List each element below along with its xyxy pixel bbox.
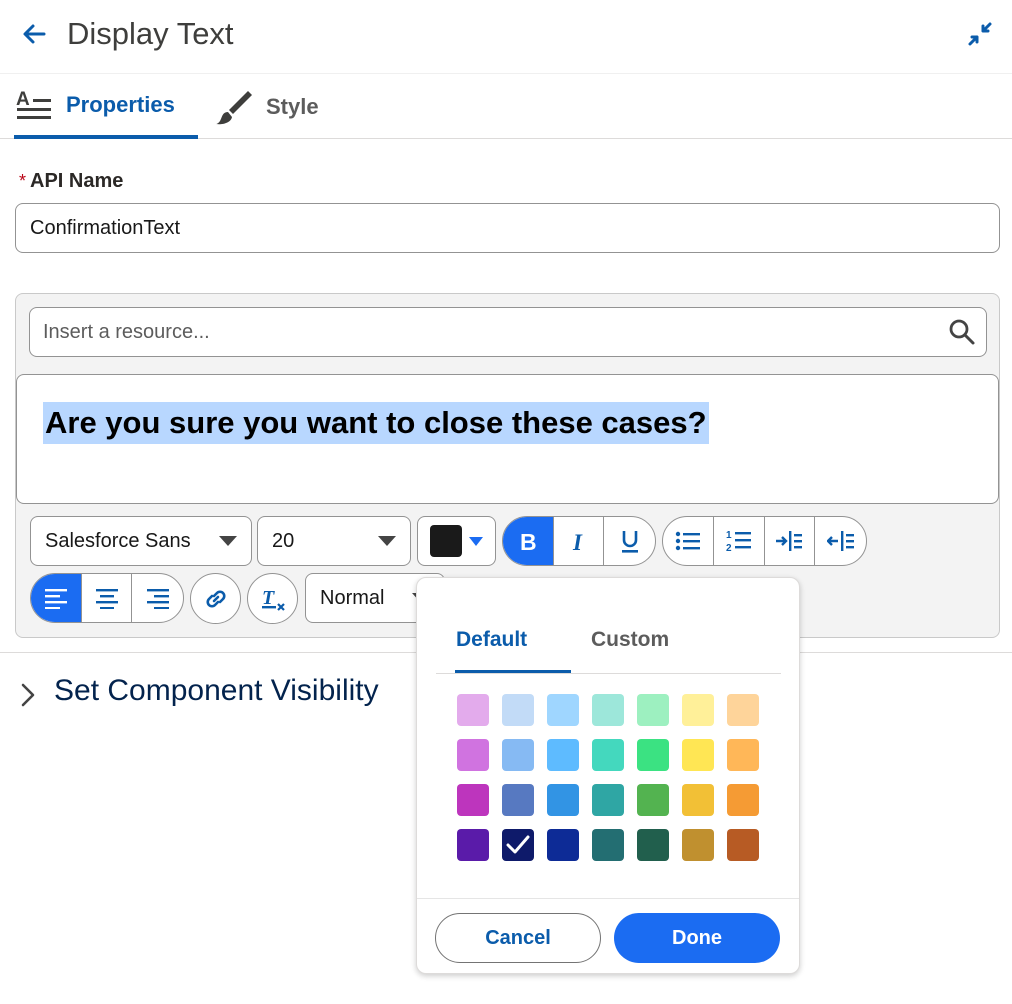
color-swatch[interactable] [682, 739, 714, 771]
cancel-button[interactable]: Cancel [435, 913, 601, 963]
editor-text: Are you sure you want to close these cas… [43, 402, 709, 445]
link-icon [205, 589, 226, 608]
color-swatch[interactable] [727, 784, 759, 816]
svg-text:A: A [16, 89, 30, 110]
collapse-icon[interactable] [966, 20, 994, 48]
italic-button[interactable]: I [554, 517, 605, 565]
tab-default[interactable]: Default [456, 628, 527, 652]
alignment-group [30, 573, 184, 623]
underline-button[interactable] [604, 517, 655, 565]
chevron-down-icon [469, 536, 483, 546]
color-swatch[interactable] [682, 829, 714, 861]
font-size-select[interactable]: 20 [257, 516, 411, 566]
font-family-select[interactable]: Salesforce Sans [30, 516, 252, 566]
color-swatch[interactable] [547, 739, 579, 771]
clear-formatting-button[interactable]: T [247, 573, 298, 624]
color-swatch[interactable] [547, 829, 579, 861]
color-swatch[interactable] [502, 784, 534, 816]
color-swatch[interactable] [637, 739, 669, 771]
chevron-right-icon[interactable] [18, 680, 38, 710]
search-icon[interactable] [948, 318, 976, 346]
tab-properties-label: Properties [66, 91, 175, 117]
color-swatch[interactable] [592, 694, 624, 726]
text-color-button[interactable] [417, 516, 496, 566]
color-swatch[interactable] [502, 829, 534, 861]
color-swatch[interactable] [547, 694, 579, 726]
checkmark-icon [506, 835, 530, 854]
bullet-list-button[interactable] [663, 517, 714, 565]
paintbrush-icon [214, 87, 254, 127]
align-right-button[interactable] [132, 574, 183, 622]
resource-search-input[interactable] [29, 307, 987, 357]
svg-text:1: 1 [726, 530, 732, 541]
svg-text:2: 2 [726, 543, 732, 554]
api-name-label-text: API Name [30, 170, 124, 192]
color-swatch[interactable] [637, 694, 669, 726]
color-swatch[interactable] [727, 829, 759, 861]
align-left-button[interactable] [31, 574, 82, 622]
outdent-button[interactable] [815, 517, 866, 565]
numbered-list-button[interactable]: 12 [714, 517, 765, 565]
svg-text:B: B [520, 529, 537, 553]
text-color-swatch [430, 525, 462, 557]
font-family-value: Salesforce Sans [45, 529, 191, 552]
color-picker-tabs: Default Custom [436, 614, 781, 674]
indent-button[interactable] [765, 517, 816, 565]
font-size-value: 20 [272, 529, 295, 552]
paragraph-format-value: Normal [320, 586, 385, 609]
color-swatch[interactable] [547, 784, 579, 816]
api-name-label: * API Name [19, 170, 123, 193]
done-button[interactable]: Done [614, 913, 780, 963]
color-swatch[interactable] [457, 784, 489, 816]
color-swatch[interactable] [682, 694, 714, 726]
color-swatch[interactable] [727, 694, 759, 726]
popover-footer-divider [417, 898, 799, 899]
tab-style-label: Style [266, 93, 319, 119]
color-swatch[interactable] [637, 784, 669, 816]
text-properties-icon: A [14, 85, 54, 125]
link-button[interactable] [190, 573, 241, 624]
tab-style[interactable]: Style [214, 74, 344, 139]
color-picker-popover: Default Custom Cancel Done [416, 577, 800, 974]
api-name-input[interactable] [15, 203, 1000, 253]
bold-button[interactable]: B [503, 517, 554, 565]
color-swatch[interactable] [502, 694, 534, 726]
back-arrow-icon[interactable] [20, 20, 48, 48]
required-indicator: * [19, 171, 27, 191]
tab-properties[interactable]: A Properties [14, 74, 198, 139]
color-swatch[interactable] [727, 739, 759, 771]
color-swatch[interactable] [457, 829, 489, 861]
chevron-down-icon [219, 536, 237, 546]
active-tab-indicator [455, 670, 571, 673]
set-component-visibility-heading[interactable]: Set Component Visibility [54, 674, 379, 708]
clear-formatting-icon: T [261, 587, 285, 611]
page-title: Display Text [67, 16, 234, 51]
text-style-group: B I [502, 516, 656, 566]
color-swatch[interactable] [457, 694, 489, 726]
panel-header: Display Text [0, 0, 1012, 74]
color-swatch[interactable] [592, 829, 624, 861]
svg-text:I: I [572, 530, 583, 553]
tab-custom[interactable]: Custom [591, 628, 669, 652]
list-indent-group: 12 [662, 516, 867, 566]
color-swatch[interactable] [592, 784, 624, 816]
align-center-button[interactable] [82, 574, 133, 622]
editor-content-area[interactable]: Are you sure you want to close these cas… [16, 374, 999, 504]
color-swatch[interactable] [592, 739, 624, 771]
svg-text:T: T [262, 587, 275, 609]
chevron-down-icon [378, 536, 396, 546]
color-swatch[interactable] [457, 739, 489, 771]
tab-bar: A Properties Style [0, 74, 1012, 139]
color-swatch[interactable] [502, 739, 534, 771]
color-swatch[interactable] [637, 829, 669, 861]
color-swatch[interactable] [682, 784, 714, 816]
